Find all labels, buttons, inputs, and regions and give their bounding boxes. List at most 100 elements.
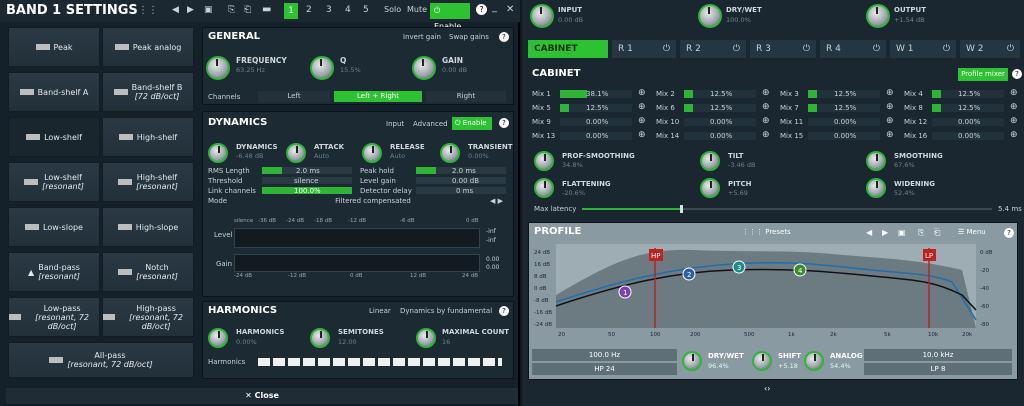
- paste-icon[interactable]: ⎗: [934, 228, 940, 238]
- mix-row[interactable]: Mix 13 0.00% ⊕: [530, 130, 650, 142]
- tab-w1[interactable]: W 1 ⏻: [890, 40, 956, 58]
- hp-frequency-field[interactable]: 100.0 Hz: [532, 349, 677, 361]
- shape-band-shelf-b[interactable]: Band-shelf B [72 dB/oct]: [102, 72, 194, 112]
- paste-icon[interactable]: ⎗: [244, 5, 251, 15]
- shape-low-slope[interactable]: Low-slope: [8, 207, 100, 247]
- power-icon[interactable]: ⏻: [873, 40, 880, 58]
- mix-row[interactable]: Mix 15 0.00% ⊕: [778, 130, 898, 142]
- close-icon[interactable]: ✕: [506, 4, 514, 15]
- lp-frequency-field[interactable]: 10.0 kHz: [864, 349, 1012, 361]
- swap-gains-button[interactable]: Swap gains: [449, 33, 489, 41]
- target-icon[interactable]: ⊕: [762, 102, 770, 112]
- help-icon[interactable]: ?: [499, 118, 509, 128]
- target-icon[interactable]: ⊕: [762, 88, 770, 98]
- output-knob[interactable]: [866, 4, 890, 28]
- page-5[interactable]: 5: [363, 5, 369, 15]
- tab-r4[interactable]: R 4 ⏻: [820, 40, 886, 58]
- shape-peak[interactable]: Peak: [8, 27, 100, 67]
- page-1[interactable]: 1: [284, 3, 298, 19]
- linear-button[interactable]: Linear: [369, 307, 391, 315]
- mix-row[interactable]: Mix 4 12.5% ⊕: [902, 88, 1022, 100]
- target-icon[interactable]: ⊕: [1010, 102, 1018, 112]
- transient-knob[interactable]: [440, 143, 460, 163]
- page-2[interactable]: 2: [306, 5, 312, 15]
- gain-knob[interactable]: [412, 56, 436, 80]
- dynamics-knob[interactable]: [208, 143, 228, 163]
- smoothing-knob[interactable]: [866, 151, 886, 171]
- help-icon[interactable]: ?: [499, 306, 509, 316]
- page-4[interactable]: 4: [345, 5, 351, 15]
- tilt-knob[interactable]: [700, 151, 720, 171]
- flattening-knob[interactable]: [534, 178, 554, 198]
- target-icon[interactable]: ⊕: [638, 130, 646, 140]
- q-knob[interactable]: [310, 56, 334, 80]
- mix-row[interactable]: Mix 12 0.00% ⊕: [902, 116, 1022, 128]
- mix-row[interactable]: Mix 2 12.5% ⊕: [654, 88, 774, 100]
- widening-knob[interactable]: [866, 178, 886, 198]
- mode-select[interactable]: Filtered compensated: [262, 197, 484, 205]
- target-icon[interactable]: ⊕: [886, 116, 894, 126]
- analog-knob[interactable]: [804, 351, 824, 371]
- mix-row[interactable]: Mix 9 0.00% ⊕: [530, 116, 650, 128]
- target-icon[interactable]: ⊕: [762, 116, 770, 126]
- mix-row[interactable]: Mix 3 12.5% ⊕: [778, 88, 898, 100]
- power-icon[interactable]: ⏻: [663, 40, 670, 58]
- shape-all-pass[interactable]: All-pass [resonant, 72 dB/oct]: [8, 342, 194, 378]
- next-preset-icon[interactable]: ▶: [882, 228, 888, 237]
- help-icon[interactable]: ?: [1004, 228, 1014, 238]
- prev-preset-icon[interactable]: ◀: [866, 228, 872, 237]
- mix-row[interactable]: Mix 10 0.00% ⊕: [654, 116, 774, 128]
- expand-icon[interactable]: ‹›: [764, 384, 770, 393]
- shape-low-shelf[interactable]: Low-shelf: [8, 117, 100, 157]
- frequency-knob[interactable]: [206, 56, 230, 80]
- solo-button[interactable]: Solo: [384, 5, 401, 14]
- harmonics-strip[interactable]: [258, 358, 502, 366]
- grid-icon[interactable]: ⋮⋮: [138, 5, 158, 16]
- close-button[interactable]: ✕ Close: [6, 388, 518, 404]
- mix-row[interactable]: Mix 1 38.1% ⊕: [530, 88, 650, 100]
- minus-icon[interactable]: ▬: [262, 4, 271, 15]
- page-3[interactable]: 3: [326, 5, 332, 15]
- power-icon[interactable]: ⏻: [733, 40, 740, 58]
- shape-low-pass[interactable]: Low-pass [resonant, 72 dB/oct]: [8, 297, 100, 337]
- target-icon[interactable]: ⊕: [886, 102, 894, 112]
- pitch-knob[interactable]: [700, 178, 720, 198]
- target-icon[interactable]: ⊕: [1010, 130, 1018, 140]
- tab-r1[interactable]: R 1 ⏻: [612, 40, 676, 58]
- tab-cabinet[interactable]: CABINET: [528, 40, 608, 58]
- channel-left[interactable]: Left: [258, 91, 330, 102]
- semitones-knob[interactable]: [310, 328, 330, 348]
- mute-button[interactable]: Mute: [407, 5, 427, 14]
- dynamics-by-fundamental-button[interactable]: Dynamics by fundamental: [400, 307, 492, 315]
- mix-row[interactable]: Mix 14 0.00% ⊕: [654, 130, 774, 142]
- tab-r2[interactable]: R 2 ⏻: [680, 40, 746, 58]
- mix-row[interactable]: Mix 8 12.5% ⊕: [902, 102, 1022, 114]
- tab-w2[interactable]: W 2 ⏻: [960, 40, 1020, 58]
- mix-row[interactable]: Mix 6 12.5% ⊕: [654, 102, 774, 114]
- target-icon[interactable]: ⊕: [886, 130, 894, 140]
- prev-icon[interactable]: ◀: [172, 5, 179, 15]
- mix-row[interactable]: Mix 5 12.5% ⊕: [530, 102, 650, 114]
- profile-graph[interactable]: HP LP 1 2 3 4 24 dB 16 dB 8 dB 0 dB -8 d…: [532, 240, 1018, 340]
- target-icon[interactable]: ⊕: [638, 88, 646, 98]
- target-icon[interactable]: ⊕: [638, 116, 646, 126]
- shape-high-pass[interactable]: High-pass [resonant, 72 dB/oct]: [102, 297, 194, 337]
- enable-button[interactable]: ⏻ Enable: [430, 3, 470, 31]
- max-latency-slider[interactable]: [582, 205, 992, 213]
- attack-knob[interactable]: [286, 143, 306, 163]
- lp-slope-field[interactable]: LP 8: [864, 363, 1012, 375]
- power-icon[interactable]: ⏻: [803, 40, 810, 58]
- shape-high-slope[interactable]: High-slope: [102, 207, 194, 247]
- presets-button[interactable]: ⋮⋮⋮ Presets: [742, 228, 791, 236]
- max-latency-handle[interactable]: [680, 205, 684, 213]
- help-icon[interactable]: ?: [476, 4, 487, 15]
- dynamics-enable-button[interactable]: ⏻ Enable: [452, 117, 492, 130]
- input-button[interactable]: Input: [386, 120, 404, 128]
- channel-right[interactable]: Right: [426, 91, 506, 102]
- shape-band-shelf-a[interactable]: Band-shelf A: [8, 72, 100, 112]
- shape-notch[interactable]: Notch [resonant]: [102, 252, 194, 292]
- mode-arrows-icon[interactable]: ◀ ▶: [490, 197, 503, 205]
- mix-row[interactable]: Mix 11 0.00% ⊕: [778, 116, 898, 128]
- power-icon[interactable]: ⏻: [943, 40, 950, 58]
- profile-mixer-button[interactable]: Profile mixer: [958, 68, 1008, 81]
